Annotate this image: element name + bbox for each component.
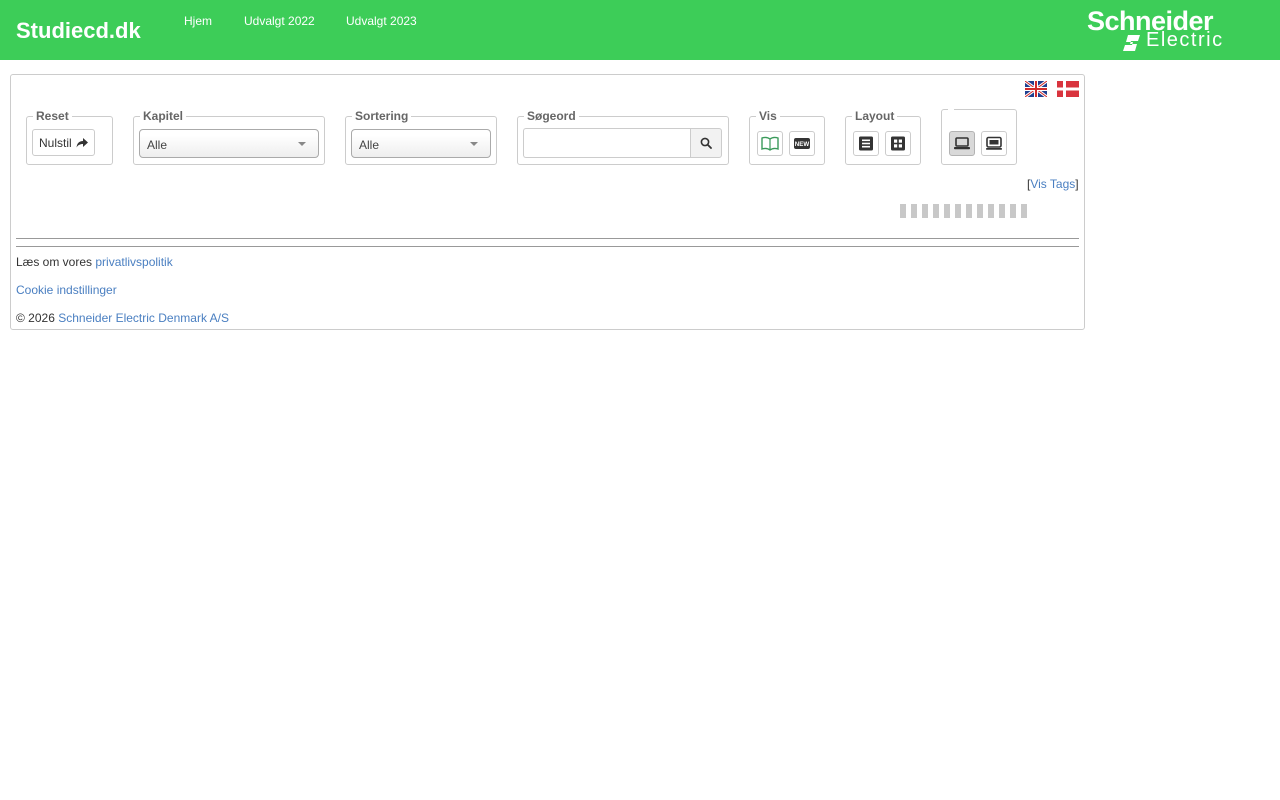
nav-link-home[interactable]: Hjem (184, 14, 212, 28)
new-badge-icon: NEW (794, 138, 810, 149)
company-link[interactable]: Schneider Electric Denmark A/S (58, 311, 229, 325)
search-button[interactable] (690, 128, 722, 158)
sort-select[interactable]: Alle (351, 129, 491, 158)
divider-bottom (16, 246, 1079, 247)
chapter-select-value: Alle (147, 138, 168, 152)
chevron-down-icon (470, 142, 478, 146)
chevron-down-icon (298, 142, 306, 146)
cookie-line: Cookie indstillinger (16, 283, 117, 297)
search-icon (700, 137, 712, 149)
monitor-icon (986, 136, 1002, 150)
device-laptop-button[interactable] (949, 131, 975, 156)
grid-icon (891, 136, 905, 151)
share-arrow-icon (76, 138, 88, 148)
reset-button[interactable]: Nulstil (32, 129, 95, 156)
list-icon (859, 136, 873, 151)
nav-link-selected-2023[interactable]: Udvalgt 2023 (346, 14, 417, 28)
copyright-prefix: © 2026 (16, 311, 59, 325)
danish-flag-icon[interactable] (1057, 81, 1079, 97)
privacy-prefix: Læs om vores (16, 255, 96, 269)
show-new-button[interactable]: NEW (789, 131, 815, 156)
schneider-leaf-icon (1123, 35, 1140, 51)
vis-tags-link[interactable]: Vis Tags (1030, 177, 1075, 191)
sort-select-value: Alle (359, 138, 380, 152)
show-books-button[interactable] (757, 131, 783, 156)
copyright-line: © 2026 Schneider Electric Denmark A/S (16, 311, 229, 325)
device-monitor-button[interactable] (981, 131, 1007, 156)
sort-legend: Sortering (355, 109, 409, 123)
privacy-policy-link[interactable]: privatlivspolitik (95, 255, 172, 269)
vis-tags-close-bracket: ] (1075, 177, 1079, 191)
layout-grid-button[interactable] (885, 131, 911, 156)
privacy-line: Læs om vores privatlivspolitik (16, 255, 173, 269)
show-legend: Vis (759, 109, 777, 123)
layout-list-button[interactable] (853, 131, 879, 156)
uk-flag-icon[interactable] (1025, 81, 1047, 97)
schneider-electric-logo[interactable]: Schneider Electric (1086, 6, 1242, 56)
vis-tags-wrapper: [Vis Tags] (1027, 177, 1079, 191)
chapter-legend: Kapitel (143, 109, 184, 123)
reset-button-label: Nulstil (39, 136, 72, 150)
logo-word-electric: Electric (1146, 29, 1224, 51)
search-input[interactable] (523, 128, 691, 158)
svg-text:NEW: NEW (795, 141, 810, 148)
search-legend: Søgeord (527, 109, 576, 123)
top-navbar: Studiecd.dk Hjem Udvalgt 2022 Udvalgt 20… (0, 0, 1280, 60)
brand-link[interactable]: Studiecd.dk (16, 17, 141, 45)
chapter-select[interactable]: Alle (139, 129, 319, 158)
open-book-icon (761, 136, 779, 151)
reset-legend: Reset (36, 109, 69, 123)
cookie-settings-link[interactable]: Cookie indstillinger (16, 283, 117, 297)
nav-link-selected-2022[interactable]: Udvalgt 2022 (244, 14, 315, 28)
divider-top (16, 238, 1079, 239)
laptop-icon (954, 137, 970, 150)
layout-legend: Layout (855, 109, 895, 123)
